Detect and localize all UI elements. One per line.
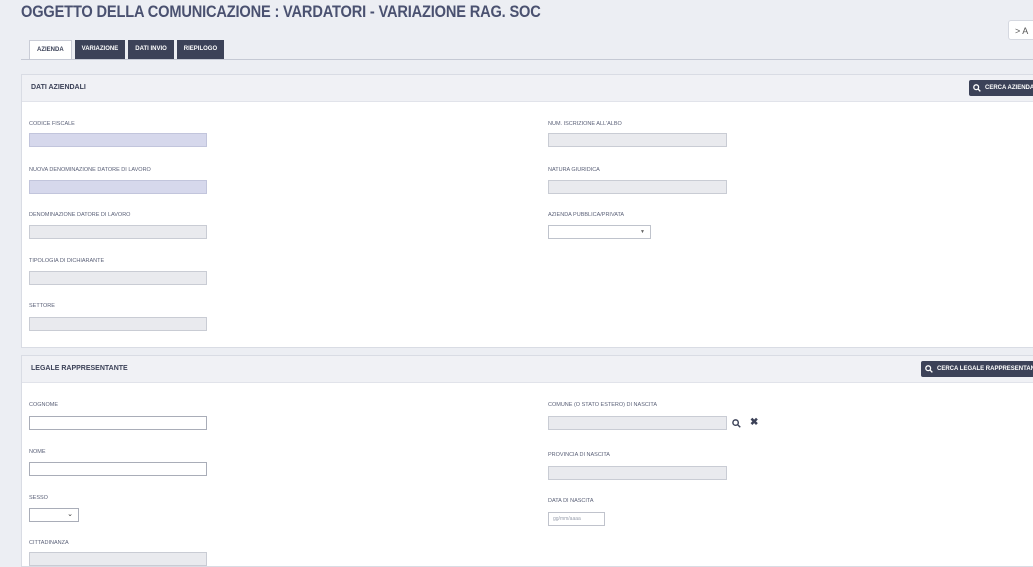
provincia-nascita-field[interactable]	[548, 466, 727, 480]
chevron-down-icon: ▼	[640, 229, 645, 235]
azienda-pubblica-select[interactable]: ▼	[548, 225, 651, 239]
num-iscrizione-label: NUM. ISCRIZIONE ALL'ALBO	[548, 121, 622, 127]
cerca-legale-label: CERCA LEGALE RAPPRESENTANTE	[937, 366, 1033, 372]
panel-title: LEGALE RAPPRESENTANTE	[31, 365, 128, 372]
data-nascita-input[interactable]: gg/mm/aaaa	[548, 512, 605, 526]
search-icon	[925, 365, 933, 373]
nuova-denominazione-label: NUOVA DENOMINAZIONE DATORE DI LAVORO	[29, 167, 151, 173]
tab-variazione[interactable]: VARIAZIONE	[74, 40, 126, 59]
num-iscrizione-field[interactable]	[548, 133, 727, 147]
sesso-select[interactable]: ⌄	[29, 508, 79, 522]
natura-giuridica-label: NATURA GIURIDICA	[548, 167, 600, 173]
cerca-azienda-label: CERCA AZIENDA	[985, 85, 1033, 91]
codice-fiscale-label: CODICE FISCALE	[29, 121, 75, 127]
tab-riepilogo[interactable]: RIEPILOGO	[176, 40, 225, 59]
provincia-nascita-label: PROVINCIA DI NASCITA	[548, 452, 610, 458]
date-placeholder: gg/mm/aaaa	[553, 516, 581, 522]
cerca-legale-button[interactable]: CERCA LEGALE RAPPRESENTANTE	[921, 361, 1033, 377]
nome-label: NOME	[29, 449, 46, 455]
legale-rappresentante-panel: LEGALE RAPPRESENTANTE CERCA LEGALE RAPPR…	[21, 355, 1033, 567]
tab-bar: AZIENDA VARIAZIONE DATI INVIO RIEPILOGO	[29, 40, 225, 60]
cittadinanza-label: CITTADINANZA	[29, 540, 69, 546]
search-icon	[973, 84, 981, 92]
sesso-label: SESSO	[29, 495, 48, 501]
settore-field[interactable]	[29, 317, 207, 331]
chevron-down-icon: ⌄	[67, 511, 73, 518]
tab-divider	[21, 59, 1033, 60]
denominazione-label: DENOMINAZIONE DATORE DI LAVORO	[29, 212, 131, 218]
page-title: OGGETTO DELLA COMUNICAZIONE : VARDATORI …	[21, 2, 541, 21]
panel-header: DATI AZIENDALI CERCA AZIENDA	[22, 75, 1033, 102]
cognome-label: COGNOME	[29, 402, 59, 408]
codice-fiscale-field[interactable]	[29, 133, 207, 147]
cittadinanza-field[interactable]	[29, 552, 207, 566]
comune-nascita-field[interactable]	[548, 416, 727, 430]
panel-title: DATI AZIENDALI	[31, 84, 86, 91]
tab-dati-invio[interactable]: DATI INVIO	[128, 40, 174, 59]
comune-nascita-label: COMUNE (O STATO ESTERO) DI NASCITA	[548, 402, 657, 408]
search-icon[interactable]	[732, 419, 741, 428]
cognome-input[interactable]	[29, 416, 207, 430]
natura-giuridica-field[interactable]	[548, 180, 727, 194]
nuova-denominazione-field[interactable]	[29, 180, 207, 194]
denominazione-field[interactable]	[29, 225, 207, 239]
tab-azienda[interactable]: AZIENDA	[29, 40, 72, 60]
data-nascita-label: DATA DI NASCITA	[548, 498, 594, 504]
dati-aziendali-panel: DATI AZIENDALI CERCA AZIENDA CODICE FISC…	[21, 74, 1033, 348]
azienda-pubblica-label: AZIENDA PUBBLICA/PRIVATA	[548, 212, 625, 218]
collapse-sidebar-button[interactable]: > A	[1008, 20, 1033, 40]
close-icon[interactable]: ✖	[750, 417, 758, 428]
tipologia-label: TIPOLOGIA DI DICHIARANTE	[29, 258, 105, 264]
panel-header: LEGALE RAPPRESENTANTE CERCA LEGALE RAPPR…	[22, 356, 1033, 383]
nome-input[interactable]	[29, 462, 207, 476]
settore-label: SETTORE	[29, 303, 55, 309]
tipologia-field[interactable]	[29, 271, 207, 285]
cerca-azienda-button[interactable]: CERCA AZIENDA	[969, 80, 1033, 96]
